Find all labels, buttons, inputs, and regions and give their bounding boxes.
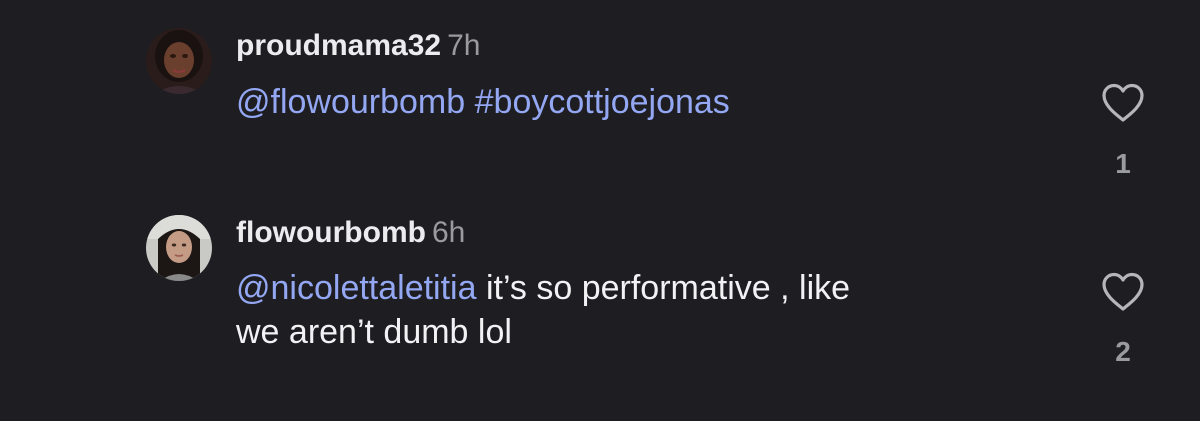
heart-outline-icon[interactable] [1100, 82, 1146, 124]
comment-header: flowourbomb 6h [236, 215, 465, 251]
hashtag-link[interactable]: #boycottjoejonas [475, 83, 730, 121]
avatar[interactable] [146, 215, 212, 281]
username[interactable]: flowourbomb [236, 216, 426, 249]
like-count: 2 [1115, 336, 1131, 367]
comment-item: flowourbomb 6h @nicolettaletitia it’s so … [0, 200, 1200, 421]
comment-header: proudmama32 7h [236, 28, 480, 64]
comment-text: @flowourbomb #boycottjoejonas [236, 80, 1076, 124]
comments-thread: proudmama32 7h @flowourbomb #boycottjoejo… [0, 0, 1200, 421]
username[interactable]: proudmama32 [236, 29, 441, 62]
comment-text-line2: we aren’t dumb lol [236, 313, 512, 351]
comment-item: proudmama32 7h @flowourbomb #boycottjoejo… [0, 0, 1200, 200]
comment-text: @nicolettaletitia it’s so performative ,… [236, 266, 1076, 354]
comment-text-line1: it’s so performative , like [476, 269, 851, 307]
mention-link[interactable]: @flowourbomb [236, 83, 465, 121]
avatar-image [146, 215, 212, 281]
heart-outline-icon[interactable] [1100, 271, 1146, 313]
avatar-image [146, 28, 212, 94]
timestamp: 6h [431, 216, 466, 249]
timestamp: 7h [447, 29, 481, 62]
like-count: 1 [1115, 148, 1131, 179]
avatar[interactable] [146, 28, 212, 94]
mention-link[interactable]: @nicolettaletitia [236, 269, 477, 307]
